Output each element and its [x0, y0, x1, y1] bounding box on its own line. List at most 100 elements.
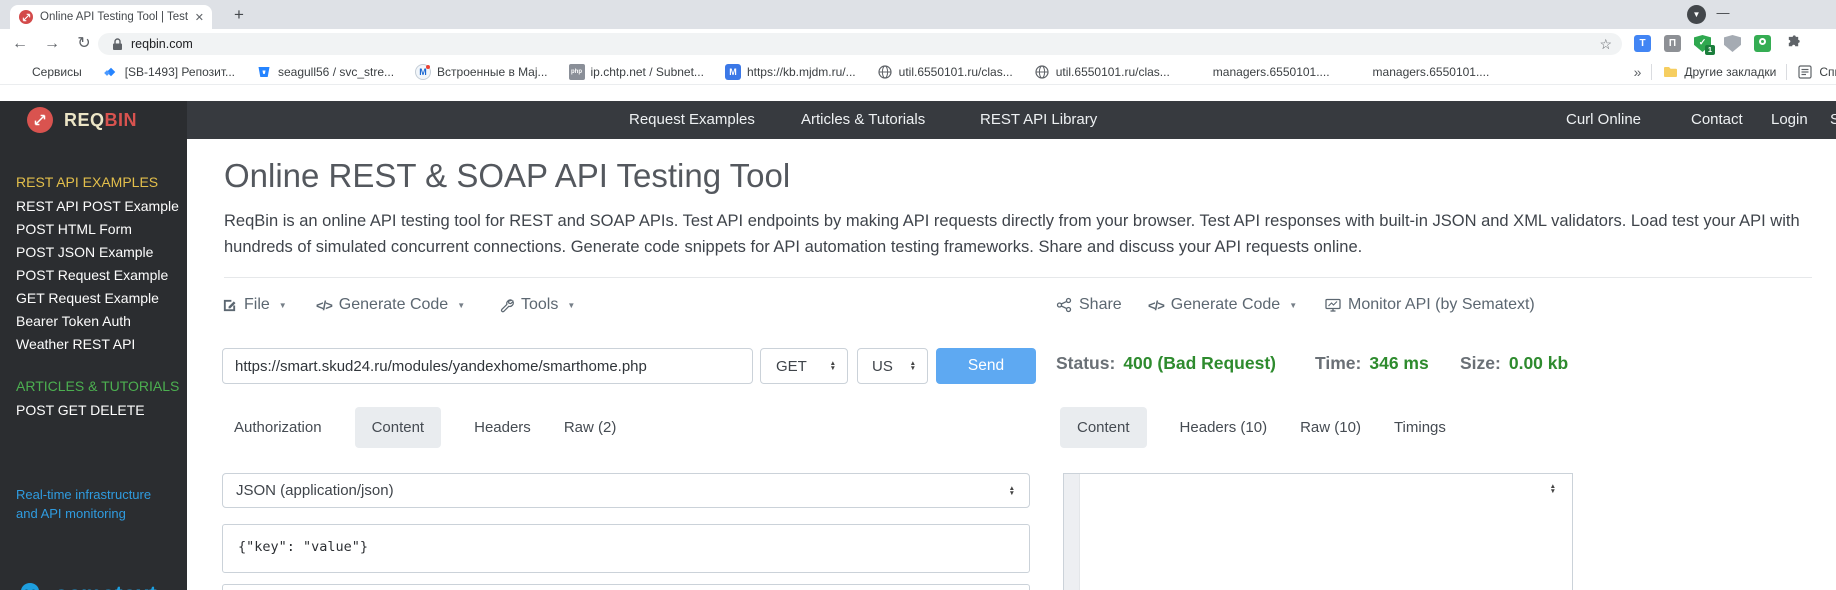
sidebar-heading-articles-tutorials[interactable]: ARTICLES & TUTORIALS: [16, 378, 179, 394]
editor-gutter: [1064, 474, 1080, 590]
content-type-select[interactable]: JSON (application/json) ▲ ▼: [222, 473, 1030, 508]
reading-list-button[interactable]: Списо: [1797, 64, 1836, 80]
reload-button[interactable]: ↻: [72, 32, 96, 56]
bitbucket-icon: [256, 64, 272, 80]
scroll-arrows-icon: ▲ ▼: [1549, 483, 1556, 495]
tab-response-content[interactable]: Content: [1060, 407, 1147, 448]
reqbin-logo-icon: [27, 107, 53, 133]
lock-icon: [113, 37, 122, 50]
nav-link-rest-api-library[interactable]: REST API Library: [980, 101, 1097, 139]
bookmark-item-jira[interactable]: [SB-1493] Репозит...: [103, 64, 235, 80]
region-select[interactable]: US ▲ ▼: [857, 348, 928, 384]
back-button[interactable]: ←: [8, 32, 32, 56]
bookmark-item-util-2[interactable]: util.6550101.ru/clas...: [1034, 64, 1170, 80]
request-url-input[interactable]: [222, 348, 753, 384]
bookmark-item-bitbucket[interactable]: seagull56 / svc_stre...: [256, 64, 394, 80]
request-generate-code-button[interactable]: </> Generate Code ▼: [316, 296, 465, 314]
new-tab-button[interactable]: +: [228, 4, 250, 26]
chevron-down-icon: ▼: [457, 300, 466, 310]
response-content-box[interactable]: ▲ ▼: [1063, 473, 1573, 590]
extension-adguard-icon[interactable]: ✓ 1: [1694, 35, 1715, 55]
response-status: Status: 400 (Bad Request): [1056, 353, 1276, 374]
sidebar-item-post-json-example[interactable]: POST JSON Example: [16, 244, 153, 260]
logo-text-bin: BIN: [104, 109, 138, 130]
nav-link-curl-online[interactable]: Curl Online: [1566, 101, 1641, 139]
tab-authorization[interactable]: Authorization: [234, 419, 322, 436]
browser-tabstrip: Online API Testing Tool | Test You ✕ + ▼…: [0, 0, 1836, 29]
sidebar-item-post-html-form[interactable]: POST HTML Form: [16, 221, 132, 237]
extension-translate-icon[interactable]: T: [1634, 35, 1651, 52]
globe-icon: [1034, 64, 1050, 80]
sematext-logo[interactable]: sematext: [14, 580, 157, 590]
nav-link-contact[interactable]: Contact: [1691, 101, 1743, 139]
bookmarks-overflow-chevron[interactable]: »: [1634, 64, 1642, 80]
apps-grid-icon: [10, 64, 26, 80]
address-bar[interactable]: reqbin.com ☆: [98, 33, 1622, 55]
request-body-editor-area[interactable]: [222, 584, 1030, 590]
select-arrows-icon: ▲ ▼: [909, 360, 916, 372]
tools-menu-button[interactable]: Tools ▼: [499, 296, 575, 314]
bookmark-item-managers-1[interactable]: managers.6550101....: [1191, 64, 1330, 80]
page-title: Online REST & SOAP API Testing Tool: [224, 157, 791, 194]
chevron-down-icon: ▼: [1289, 300, 1298, 310]
nav-link-request-examples[interactable]: Request Examples: [629, 101, 755, 139]
sidebar-item-weather-rest-api[interactable]: Weather REST API: [16, 336, 135, 352]
reqbin-logo[interactable]: REQBIN: [0, 101, 187, 139]
browser-tab-active[interactable]: Online API Testing Tool | Test You ✕: [10, 5, 212, 29]
send-button[interactable]: Send: [936, 348, 1036, 384]
page-description: ReqBin is an online API testing tool for…: [224, 212, 1800, 256]
nav-link-articles-tutorials[interactable]: Articles & Tutorials: [801, 101, 925, 139]
monitor-api-link[interactable]: Monitor API (by Sematext): [1325, 296, 1535, 314]
squares-icon: [1191, 64, 1207, 80]
sidebar-item-get-request-example[interactable]: GET Request Example: [16, 290, 159, 306]
nav-link-signup[interactable]: S: [1830, 101, 1836, 139]
bookmarks-separator: [1786, 63, 1788, 80]
tab-request-content[interactable]: Content: [354, 407, 442, 448]
extension-pocket-icon[interactable]: П: [1664, 35, 1681, 52]
response-generate-code-button[interactable]: </> Generate Code ▼: [1148, 296, 1297, 314]
tab-close-icon[interactable]: ✕: [195, 11, 204, 24]
extensions-puzzle-icon[interactable]: [1786, 35, 1803, 52]
tab-response-timings[interactable]: Timings: [1394, 419, 1446, 436]
bookmark-star-icon[interactable]: ☆: [1599, 36, 1612, 53]
other-bookmarks-button[interactable]: Другие закладки: [1662, 64, 1776, 80]
sidebar-item-post-request-example[interactable]: POST Request Example: [16, 267, 168, 283]
window-minimize-button[interactable]: —: [1700, 0, 1746, 28]
method-select[interactable]: GET ▲ ▼: [760, 348, 848, 384]
nav-link-login[interactable]: Login: [1771, 101, 1808, 139]
bookmark-item-services[interactable]: Сервисы: [10, 64, 82, 80]
tab-request-headers[interactable]: Headers: [474, 419, 531, 436]
tab-request-raw[interactable]: Raw (2): [564, 419, 617, 436]
bookmarks-bar: Сервисы [SB-1493] Репозит... seagull56 /…: [0, 58, 1836, 85]
sidebar-heading-rest-api-examples[interactable]: REST API EXAMPLES: [16, 174, 158, 190]
file-menu-button[interactable]: File ▼: [222, 296, 287, 314]
sidebar-item-post-get-delete[interactable]: POST GET DELETE: [16, 402, 145, 418]
response-time: Time: 346 ms: [1315, 353, 1429, 374]
bookmark-item-chtp[interactable]: php ip.chtp.net / Subnet...: [568, 63, 704, 80]
browser-toolbar: ← → ↻ reqbin.com ☆ T П ✓ 1: [0, 29, 1836, 58]
sidebar: REST API EXAMPLES REST API POST Example …: [0, 139, 187, 590]
bookmark-item-majordomo[interactable]: M Встроенные в Maj...: [415, 63, 548, 80]
sematext-wordmark: sematext: [55, 581, 157, 590]
tab-response-headers[interactable]: Headers (10): [1180, 419, 1268, 436]
chevron-down-icon: ▼: [278, 300, 287, 310]
extension-screenshot-icon[interactable]: [1754, 35, 1771, 52]
size-label: Size:: [1460, 353, 1501, 373]
bookmark-item-kb-mjdm[interactable]: M https://kb.mjdm.ru/...: [724, 63, 856, 80]
bookmark-item-util-1[interactable]: util.6550101.ru/clas...: [877, 64, 1013, 80]
select-arrows-icon: ▲ ▼: [829, 360, 836, 372]
select-arrows-icon: ▲ ▼: [1008, 484, 1015, 497]
sidebar-item-bearer-token-auth[interactable]: Bearer Token Auth: [16, 313, 131, 329]
sematext-tagline-line1[interactable]: Real-time infrastructure: [16, 487, 151, 502]
extension-shield-icon[interactable]: [1724, 35, 1741, 52]
chevron-down-icon: ▼: [567, 300, 576, 310]
response-tabs: Content Headers (10) Raw (10) Timings: [1060, 407, 1446, 448]
sidebar-item-rest-api-post-example[interactable]: REST API POST Example: [16, 198, 179, 214]
forward-button[interactable]: →: [40, 32, 64, 56]
share-button[interactable]: Share: [1056, 296, 1122, 314]
code-icon: </>: [1148, 297, 1165, 313]
tab-response-raw[interactable]: Raw (10): [1300, 419, 1361, 436]
sematext-tagline-line2[interactable]: and API monitoring: [16, 506, 126, 521]
bookmark-item-managers-2[interactable]: managers.6550101....: [1351, 64, 1490, 80]
request-body-editor[interactable]: {"key": "value"}: [222, 524, 1030, 573]
